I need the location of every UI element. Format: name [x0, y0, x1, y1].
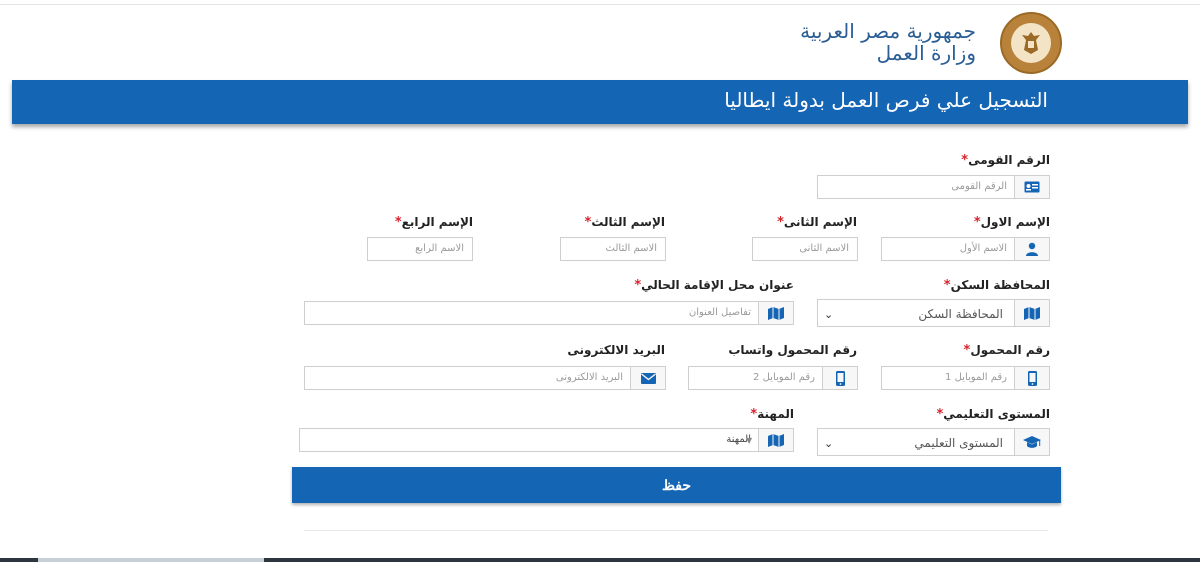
- email-input[interactable]: البريد الالكترونى: [304, 366, 666, 390]
- country-name: جمهورية مصر العربية: [800, 19, 976, 43]
- save-button[interactable]: حفظ: [292, 467, 1061, 503]
- profession-label: المهنة*: [750, 407, 794, 422]
- third-name-input[interactable]: الاسم الثالث: [560, 237, 666, 261]
- id-card-icon: [1014, 176, 1049, 198]
- first-name-input[interactable]: الاسم الأول: [881, 237, 1050, 261]
- chevron-down-icon: ⌄: [824, 308, 834, 321]
- national-id-label: الرقم القومى*: [961, 153, 1050, 168]
- fourth-name-label: الإسم الرابع*: [394, 215, 473, 230]
- whatsapp-label: رقم المحمول واتساب: [728, 343, 857, 357]
- mobile-icon: [1014, 367, 1049, 389]
- map-icon: [758, 429, 793, 451]
- mobile-input[interactable]: رقم الموبايل 1: [881, 366, 1050, 390]
- fourth-name-input[interactable]: الاسم الرابع: [367, 237, 473, 261]
- page-title: التسجيل علي فرص العمل بدولة ايطاليا: [724, 88, 1048, 112]
- whatsapp-input[interactable]: رقم الموبايل 2: [688, 366, 858, 390]
- header-title: جمهورية مصر العربية وزارة العمل: [800, 20, 976, 64]
- form-divider: [304, 530, 1048, 531]
- profession-select[interactable]: المهنة ▼: [299, 428, 794, 452]
- second-name-input[interactable]: الاسم الثانى: [752, 237, 858, 261]
- mobile-icon: [822, 367, 857, 389]
- mobile-label: رقم المحمول*: [963, 343, 1050, 358]
- dropdown-arrow-icon: ▼: [746, 436, 753, 445]
- education-select[interactable]: المستوى التعليمي ⌄: [817, 428, 1050, 456]
- map-icon: [758, 302, 793, 324]
- ministry-name: وزارة العمل: [876, 41, 976, 65]
- education-label: المستوى التعليمي*: [936, 407, 1050, 422]
- ministry-seal-logo: [1000, 12, 1062, 74]
- graduation-cap-icon: [1014, 429, 1049, 455]
- governorate-label: المحافظة السكن*: [943, 278, 1050, 293]
- user-icon: [1014, 238, 1049, 260]
- top-divider: [0, 4, 1200, 5]
- governorate-select[interactable]: المحافظة السكن ⌄: [817, 299, 1050, 327]
- first-name-label: الإسم الاول*: [973, 215, 1050, 230]
- national-id-input[interactable]: الرقم القومى: [817, 175, 1050, 199]
- email-label: البريد الالكترونى: [567, 343, 665, 357]
- address-input[interactable]: تفاصيل العنوان: [304, 301, 794, 325]
- third-name-label: الإسم الثالث*: [584, 215, 665, 230]
- second-name-label: الإسم الثانى*: [777, 215, 857, 230]
- envelope-icon: [630, 367, 665, 389]
- taskbar-strip: [0, 558, 1200, 562]
- chevron-down-icon: ⌄: [824, 437, 834, 450]
- map-icon: [1014, 300, 1049, 326]
- eagle-icon: [1022, 32, 1040, 54]
- address-label: عنوان محل الإقامة الحالي*: [634, 278, 794, 293]
- page-banner: التسجيل علي فرص العمل بدولة ايطاليا: [12, 80, 1188, 124]
